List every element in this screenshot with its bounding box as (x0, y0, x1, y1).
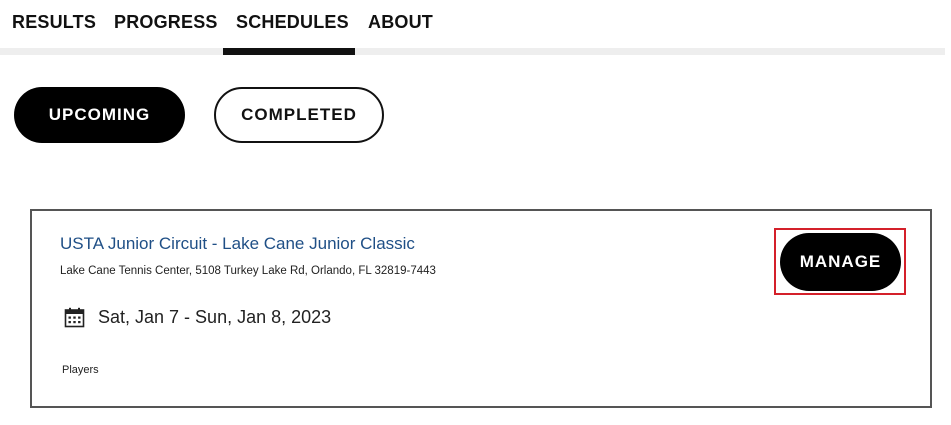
tab-schedules[interactable]: SCHEDULES (236, 12, 349, 33)
tab-about[interactable]: ABOUT (368, 12, 433, 33)
event-date-row: Sat, Jan 7 - Sun, Jan 8, 2023 (64, 307, 331, 328)
manage-button[interactable]: MANAGE (780, 233, 901, 291)
tab-bar-baseline (0, 48, 945, 55)
upcoming-filter-button[interactable]: UPCOMING (14, 87, 185, 143)
tab-results[interactable]: RESULTS (12, 12, 96, 33)
calendar-icon (64, 307, 85, 328)
players-label: Players (62, 364, 99, 376)
event-address: Lake Cane Tennis Center, 5108 Turkey Lak… (60, 265, 436, 277)
tab-progress[interactable]: PROGRESS (114, 12, 218, 33)
event-title-link[interactable]: USTA Junior Circuit - Lake Cane Junior C… (60, 234, 415, 254)
event-date-range: Sat, Jan 7 - Sun, Jan 8, 2023 (98, 307, 332, 327)
active-tab-indicator (223, 48, 355, 55)
completed-filter-button[interactable]: COMPLETED (214, 87, 384, 143)
top-tab-bar: RESULTS PROGRESS SCHEDULES ABOUT (0, 0, 951, 56)
